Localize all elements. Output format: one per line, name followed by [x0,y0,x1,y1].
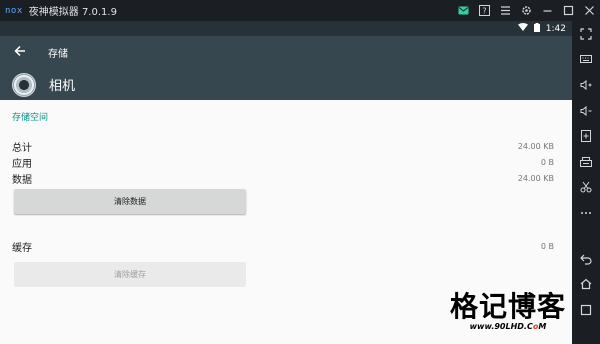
close-icon[interactable] [579,0,600,21]
status-bar: 1:42 [0,21,572,36]
minimize-icon[interactable] [537,0,558,21]
battery-icon [533,22,540,35]
settings-icon[interactable] [516,0,537,21]
emulator-titlebar: nox 夜神模拟器 7.0.1.9 ? [0,0,600,21]
blog-watermark: 格记博客 www.90LHD.CoM [449,290,566,332]
back-arrow-icon[interactable] [0,45,40,61]
emulator-sidebar [572,21,600,344]
titlebar-controls: ? [453,0,600,21]
app-bar: 存储 [0,36,572,69]
help-icon[interactable]: ? [474,0,495,21]
page-title: 存储 [48,49,68,60]
storage-content: 存储空间 总计 24.00 KB 应用 0 B 数据 24.00 KB 清除数据… [0,108,572,287]
clear-cache-button: 清除缓存 [14,262,246,287]
storage-row-data: 数据 24.00 KB [12,170,560,186]
watermark-site: www.90LHD.CoM [450,322,566,331]
more-icon[interactable] [572,200,600,226]
keyboard-icon[interactable] [572,47,600,73]
watermark-site-prefix: www.90LHD.C [469,322,533,331]
back-icon[interactable] [572,246,600,272]
storage-row-total: 总计 24.00 KB [12,138,560,154]
cache-row: 缓存 0 B [12,238,560,254]
cache-value: 0 B [540,241,554,251]
volume-up-icon[interactable] [572,72,600,98]
row-label: 数据 [12,174,32,186]
maximize-icon[interactable] [558,0,579,21]
watermark-site-suffix: M [538,322,547,331]
watermark-title: 格记博客 [449,290,566,323]
menu-icon[interactable] [495,0,516,21]
home-icon[interactable] [572,271,600,297]
row-label: 总计 [12,142,32,154]
mail-icon[interactable] [453,0,474,21]
clock: 1:42 [545,23,566,34]
row-value: 0 B [540,157,554,167]
add-apk-icon[interactable] [572,123,600,149]
svg-text:?: ? [482,6,486,15]
nox-logo: nox [5,5,23,16]
scissors-icon[interactable] [572,175,600,201]
camera-app-icon [12,72,36,97]
recent-icon[interactable] [572,297,600,323]
storage-section-title: 存储空间 [12,113,49,123]
app-name: 相机 [49,79,76,94]
row-value: 24.00 KB [517,141,554,151]
emulator-title: 夜神模拟器 7.0.1.9 [28,7,117,18]
storage-row-app: 应用 0 B [12,154,560,170]
cache-label: 缓存 [12,242,32,254]
row-value: 24.00 KB [517,173,554,183]
fullscreen-icon[interactable] [572,21,600,47]
row-label: 应用 [12,158,32,170]
clear-data-button[interactable]: 清除数据 [14,189,246,214]
volume-down-icon[interactable] [572,98,600,124]
screenshot-toolbox-icon[interactable] [572,149,600,175]
wifi-icon [517,23,528,34]
app-header: 相机 [0,69,572,100]
